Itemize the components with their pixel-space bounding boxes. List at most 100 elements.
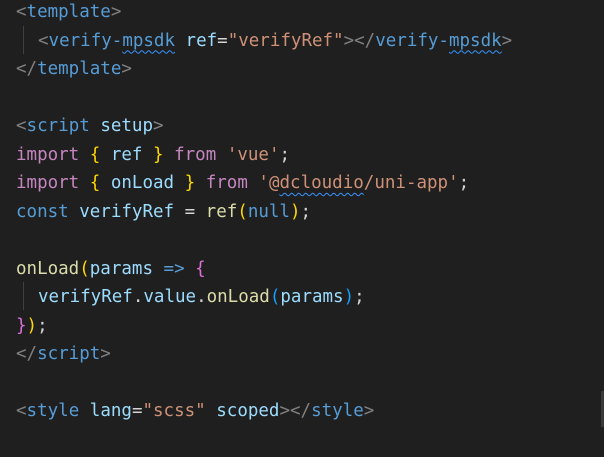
code-line-8[interactable]: const verifyRef = ref(null); (16, 198, 311, 226)
code-token: ; (458, 173, 470, 193)
code-token: /uni-app' (363, 173, 459, 193)
code-token: } (184, 173, 196, 193)
code-token: ) (343, 287, 355, 307)
code-token: < (16, 2, 27, 22)
code-token: 'vue' (226, 144, 280, 165)
code-token: const (16, 201, 69, 222)
code-token: "scss" (142, 401, 206, 421)
code-token: onLoad (16, 258, 80, 279)
code-line-12[interactable]: }); (16, 312, 48, 340)
code-token: "verifyRef" (227, 30, 344, 51)
code-token: < (16, 401, 27, 421)
code-token: { (89, 173, 101, 193)
code-token: from (174, 144, 217, 165)
code-token: </ (16, 344, 38, 364)
code-token: ) (26, 315, 38, 336)
code-token: import (16, 173, 80, 193)
code-line-2[interactable]: <verify-mpsdk ref="verifyRef"></verify-m… (16, 27, 512, 55)
code-token: ; (279, 144, 291, 165)
code-line-3[interactable]: </template> (16, 55, 132, 83)
code-token: params (89, 258, 153, 279)
code-line-6[interactable]: import { ref } from 'vue'; (16, 141, 290, 169)
code-token: = (131, 401, 143, 421)
code-token: scoped (216, 401, 280, 421)
code-token: . (132, 287, 144, 307)
code-token: ></ (343, 30, 376, 51)
code-token: } (16, 315, 27, 336)
code-token: null (247, 201, 290, 222)
code-token: mpsdk (122, 30, 175, 51)
code-token: template (37, 59, 122, 79)
code-token: { (89, 144, 101, 165)
code-token: from (205, 173, 248, 193)
code-token: params (280, 287, 344, 307)
code-token: } (153, 144, 164, 165)
code-token: template (26, 2, 111, 22)
code-token: > (100, 344, 111, 364)
code-token: </ (16, 59, 38, 79)
code-token: onLoad (206, 287, 270, 307)
code-token: ></ (279, 401, 312, 421)
code-token: ; (37, 315, 48, 336)
code-line-15[interactable]: <style lang="scss" scoped></style> (16, 397, 374, 425)
code-line-10[interactable]: onLoad(params => { (16, 255, 206, 283)
code-token: . (196, 287, 207, 307)
code-token: script (26, 116, 90, 136)
code-token: { (195, 258, 206, 279)
code-token: verify- (48, 30, 123, 51)
code-editor[interactable]: <template> <verify-mpsdk ref="verifyRef">… (0, 0, 604, 457)
code-token: ( (79, 258, 90, 279)
code-token: = (174, 201, 206, 222)
code-token: import (16, 144, 80, 165)
code-line-7[interactable]: import { onLoad } from '@dcloudio/uni-ap… (16, 169, 469, 197)
code-line-1[interactable]: <template> (16, 0, 121, 26)
code-token: > (110, 2, 122, 22)
code-line-11[interactable]: verifyRef.value.onLoad(params); (16, 283, 365, 311)
code-token: < (38, 30, 49, 51)
code-token: = (217, 30, 228, 51)
code-token: style (311, 401, 364, 421)
code-token: > (121, 59, 132, 79)
code-token: ref (110, 144, 143, 165)
code-token: verifyRef (79, 201, 175, 222)
code-token: verify- (375, 30, 449, 51)
code-token: verifyRef (38, 287, 133, 307)
code-token: '@ (258, 173, 280, 193)
code-line-5[interactable]: <script setup> (16, 112, 164, 140)
code-token: => (163, 258, 185, 279)
code-token: dcloudio (279, 173, 364, 193)
code-token: onLoad (110, 173, 175, 193)
code-token: style (26, 401, 80, 421)
code-token: > (501, 30, 513, 51)
code-token: lang (89, 401, 132, 421)
code-token: ref (185, 30, 218, 51)
code-line-13[interactable]: </script> (16, 340, 111, 368)
code-token: mpsdk (448, 30, 502, 51)
code-token: ( (237, 201, 248, 222)
code-token: ref (205, 201, 238, 222)
code-token: < (16, 116, 27, 136)
code-token: value (143, 287, 197, 307)
code-token: ; (354, 287, 365, 307)
code-token: script (37, 344, 101, 364)
code-token: ; (300, 201, 312, 222)
code-token: > (153, 116, 164, 136)
code-token: setup (100, 116, 153, 136)
code-token: ) (289, 201, 301, 222)
